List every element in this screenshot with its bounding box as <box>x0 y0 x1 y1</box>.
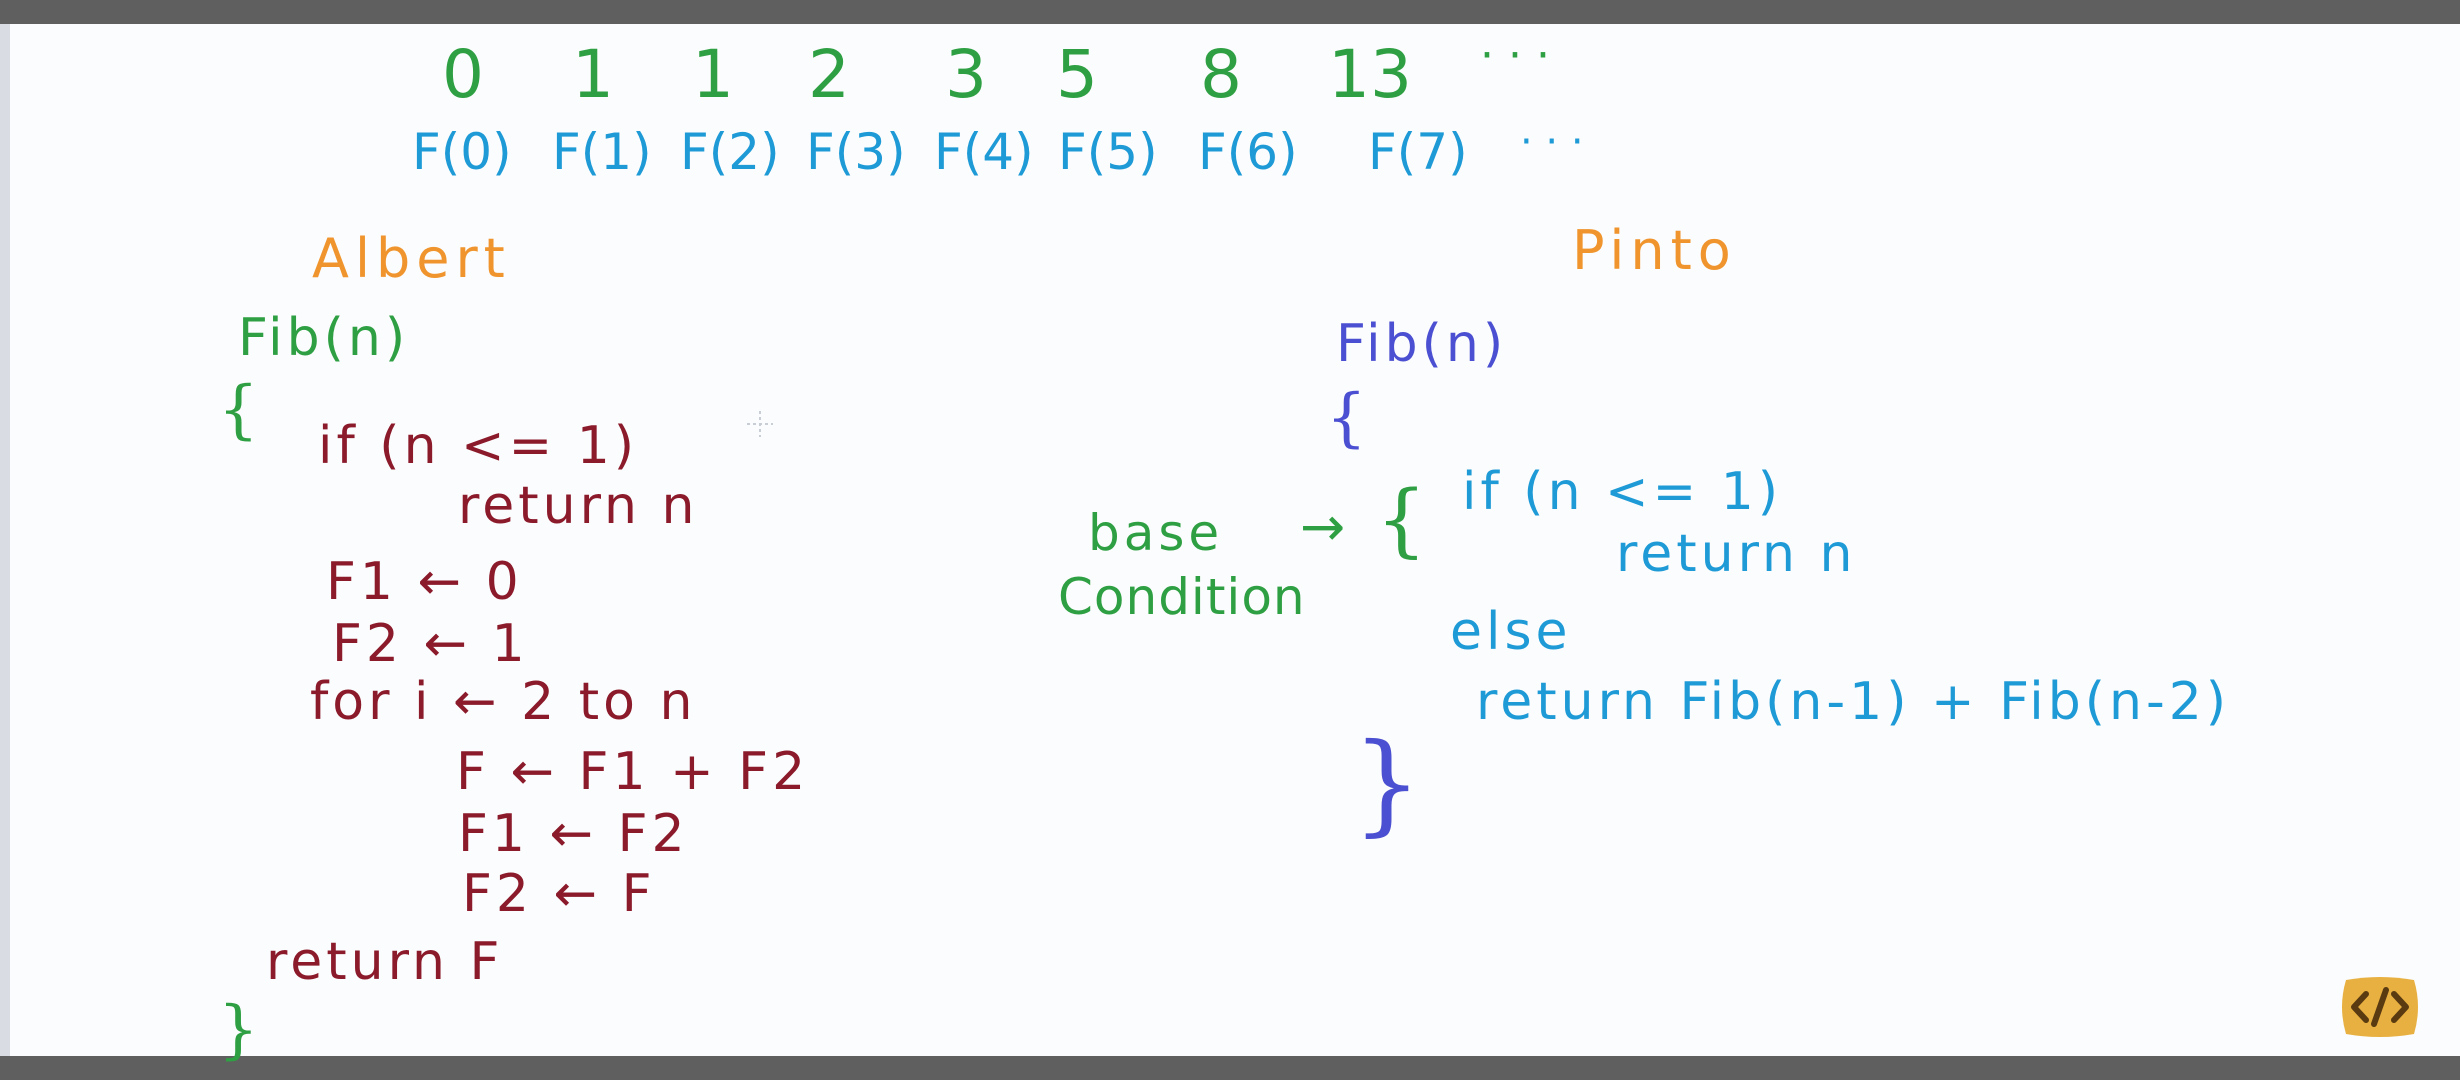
base-condition-brace: { <box>1376 473 1427 566</box>
pinto-line-else: else <box>1450 602 1572 662</box>
crosshair-icon <box>747 411 773 437</box>
seq-function: F(1) <box>552 123 652 181</box>
pinto-line-recursive-return: return Fib(n-1) + Fib(n-2) <box>1476 672 2231 732</box>
albert-line-f1-init: F1 ← 0 <box>326 552 523 612</box>
seq-number: 5 <box>1056 36 1098 113</box>
albert-line-for: for i ← 2 to n <box>310 672 697 732</box>
albert-line-f1-update: F1 ← F2 <box>458 804 689 864</box>
seq-function-ellipsis: · · · <box>1520 119 1584 165</box>
seq-function: F(5) <box>1058 123 1158 181</box>
albert-close-brace: } <box>218 993 259 1067</box>
pinto-name: Pinto <box>1572 219 1737 282</box>
base-condition-label-line1: base <box>1088 504 1224 562</box>
base-condition-arrow-icon: → <box>1300 495 1350 558</box>
seq-function: F(6) <box>1198 123 1298 181</box>
seq-function: F(3) <box>806 123 906 181</box>
albert-open-brace: { <box>218 373 259 447</box>
pinto-line-return-n: return n <box>1616 524 1857 584</box>
seq-number: 2 <box>808 36 850 113</box>
pinto-line-if: if (n <= 1) <box>1462 462 1783 522</box>
seq-number: 13 <box>1328 36 1412 113</box>
seq-function: F(0) <box>412 123 512 181</box>
base-condition-label-line2: Condition <box>1058 568 1306 626</box>
albert-line-return-n: return n <box>458 476 699 536</box>
albert-signature: Fib(n) <box>238 308 410 368</box>
pinto-signature: Fib(n) <box>1336 314 1508 374</box>
seq-number: 1 <box>692 36 734 113</box>
seq-function: F(2) <box>680 123 780 181</box>
whiteboard: 0 1 1 2 3 5 8 13 · · · F(0) F(1) F(2) F(… <box>0 24 2460 1062</box>
seq-ellipsis: · · · <box>1480 30 1550 81</box>
albert-line-f2-init: F2 ← 1 <box>332 614 529 674</box>
albert-line-if: if (n <= 1) <box>318 416 639 476</box>
seq-number: 8 <box>1200 36 1242 113</box>
pinto-close-brace: } <box>1352 719 1422 847</box>
seq-number: 3 <box>945 36 987 113</box>
albert-line-return-f: return F <box>266 932 504 992</box>
seq-number: 0 <box>442 36 484 113</box>
seq-function: F(4) <box>934 123 1034 181</box>
albert-line-f2-update: F2 ← F <box>462 864 656 924</box>
seq-number: 1 <box>572 36 614 113</box>
albert-line-f-sum: F ← F1 + F2 <box>456 742 810 802</box>
code-brackets-icon <box>2342 977 2418 1037</box>
seq-function: F(7) <box>1368 123 1468 181</box>
albert-name: Albert <box>312 227 511 290</box>
pinto-open-brace: { <box>1326 381 1367 455</box>
